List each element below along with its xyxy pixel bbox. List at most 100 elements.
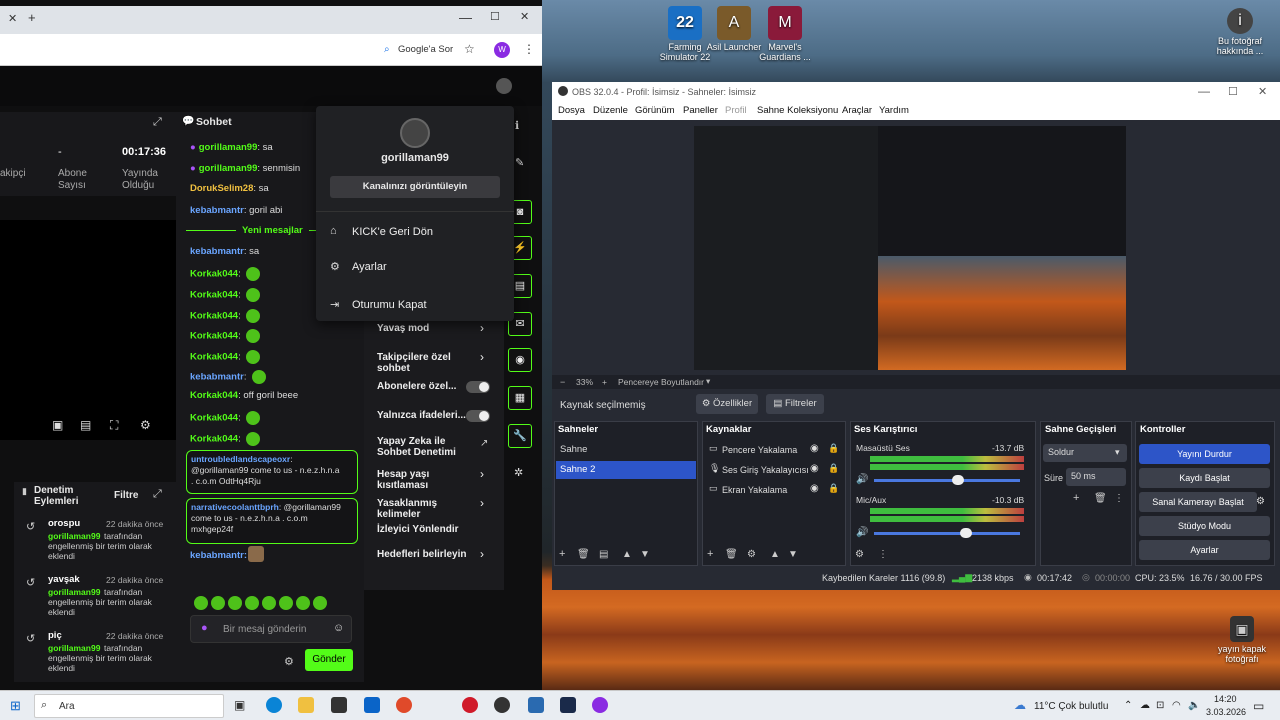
mod-filter-button[interactable]: Filtre [114, 490, 138, 501]
profile-avatar[interactable]: W [494, 42, 510, 58]
start-icon[interactable]: ⊞ [10, 698, 21, 714]
volume-slider-handle[interactable] [952, 475, 964, 485]
chat-username[interactable]: Korkak044 [190, 331, 238, 342]
obs-control-button[interactable]: Ayarlar [1139, 540, 1270, 560]
emote-icon[interactable] [245, 596, 259, 610]
maximize-button[interactable]: ☐ [490, 10, 500, 23]
volume-slider[interactable] [874, 528, 1020, 538]
filters-button[interactable]: ▤ Filtreler [766, 394, 824, 414]
new-tab-button[interactable]: + [28, 10, 36, 25]
mixer-settings-icon[interactable]: ⚙ [855, 549, 864, 560]
volume-icon[interactable]: 🔊 [856, 474, 868, 485]
remove-scene-icon[interactable]: 🗑 [577, 549, 590, 560]
chat-username[interactable]: Korkak044 [190, 434, 238, 445]
obs-control-button[interactable]: Sanal Kamerayı Başlat [1139, 492, 1257, 512]
settings-menu-item[interactable]: Abonelere özel... [377, 381, 477, 392]
info-icon[interactable]: ℹ [515, 119, 519, 132]
settings-menu-item[interactable]: Hedefleri belirleyin [377, 549, 477, 560]
file-explorer-icon[interactable] [298, 697, 314, 713]
bookmark-star-icon[interactable]: ☆ [464, 42, 475, 56]
obs-menu-item[interactable]: Profil [725, 105, 747, 116]
back-to-kick-item[interactable]: KICK'e Geri Dön [352, 226, 433, 238]
source-item[interactable]: Ekran Yakalama [722, 485, 787, 495]
transition-select[interactable]: Soldur ▾ [1043, 444, 1127, 462]
obs-control-button[interactable]: Kaydı Başlat [1139, 468, 1270, 488]
add-transition-icon[interactable]: + [1073, 492, 1079, 504]
eye-icon[interactable]: ◉ [810, 443, 819, 454]
theater-icon[interactable]: ▤ [80, 418, 91, 432]
tray-chevron-icon[interactable]: ⌃ [1124, 700, 1132, 711]
pip-icon[interactable]: ▣ [52, 418, 63, 432]
fit-to-window[interactable]: Pencereye Boyutlandır [618, 377, 704, 387]
emote-icon[interactable] [262, 596, 276, 610]
ask-google-button[interactable]: Google'a Sor [398, 44, 453, 55]
move-up-icon[interactable]: ▲ [622, 549, 632, 560]
volume-slider[interactable] [874, 475, 1020, 485]
weather-text[interactable]: 11°C Çok bulutlu [1034, 701, 1108, 712]
chat-username[interactable]: narrativecoolanttbprh [191, 502, 279, 512]
lock-icon[interactable]: 🔒 [828, 483, 839, 494]
chat-username[interactable]: gorillaman99 [199, 163, 258, 174]
chat-username[interactable]: gorillaman99 [199, 142, 258, 153]
eye-icon[interactable]: ◉ [810, 463, 819, 474]
google-lens-icon[interactable]: ⌕ [384, 44, 390, 55]
close-window-button[interactable]: ✕ [1258, 85, 1267, 98]
emoji-icon[interactable]: ☺ [333, 622, 344, 634]
photos-icon[interactable] [528, 697, 544, 713]
undo-icon[interactable]: ↺ [26, 632, 35, 645]
chat-username[interactable]: Korkak044 [190, 413, 238, 424]
source-settings-icon[interactable]: ⚙ [747, 549, 756, 560]
minimize-button[interactable]: — [459, 10, 472, 25]
desktop-icon-cover-photo[interactable]: ▣ yayın kapak fotoğrafı [1210, 616, 1274, 664]
clipboard-icon[interactable]: ▦ [508, 386, 532, 410]
chat-username[interactable]: Korkak044 [190, 390, 238, 401]
notifications-icon[interactable]: ▭ [1253, 699, 1264, 713]
duration-input[interactable]: 50 ms [1066, 468, 1126, 486]
chrome-icon[interactable] [396, 697, 412, 713]
settings-menu-item[interactable]: Yapay Zeka ile Sohbet Denetimi [377, 436, 477, 458]
chat-input[interactable]: ● Bir mesaj gönderin ☺ [190, 615, 352, 643]
opera-icon[interactable] [462, 697, 478, 713]
undo-icon[interactable]: ↺ [26, 576, 35, 589]
move-down-icon[interactable]: ▼ [788, 549, 798, 560]
chat-username[interactable]: kebabmantr: [190, 550, 247, 561]
obs-menu-item[interactable]: Düzenle [593, 105, 628, 116]
virtual-cam-settings-icon[interactable]: ⚙ [1256, 496, 1265, 507]
edge-icon[interactable] [266, 697, 282, 713]
speaker-icon[interactable]: 🔈 [1188, 700, 1200, 711]
scene-item-selected[interactable]: Sahne 2 [556, 461, 696, 479]
chat-username[interactable]: kebabmantr [190, 205, 244, 216]
obs-control-button[interactable]: Stüdyo Modu [1139, 516, 1270, 536]
lock-icon[interactable]: 🔒 [828, 463, 839, 474]
desktop-icon-about-photo[interactable]: i Bu fotoğraf hakkında ... [1208, 8, 1272, 56]
emote-icon[interactable] [313, 596, 327, 610]
volume-icon[interactable]: 🔊 [856, 527, 868, 538]
send-button[interactable]: Gönder [305, 649, 353, 671]
move-down-icon[interactable]: ▼ [640, 549, 650, 560]
chat-settings-icon[interactable]: ⚙ [284, 655, 294, 668]
obs-menu-item[interactable]: Dosya [558, 105, 585, 116]
minimize-button[interactable]: — [1198, 84, 1210, 98]
obs-menu-item[interactable]: Paneller [683, 105, 718, 116]
remove-transition-icon[interactable]: 🗑 [1094, 493, 1107, 504]
settings-menu-item[interactable]: Yalnızca ifadeleri... [377, 410, 477, 421]
settings-menu-item[interactable]: Yasaklanmış kelimeler [377, 498, 477, 520]
zoom-in-icon[interactable]: + [602, 377, 607, 387]
emote-icon[interactable] [194, 596, 208, 610]
emote-icon[interactable] [279, 596, 293, 610]
share-icon[interactable]: ✲ [514, 466, 523, 479]
cloud-tray-icon[interactable]: ☁ [1140, 700, 1150, 711]
maximize-button[interactable]: ☐ [1228, 85, 1238, 98]
scene-item[interactable]: Sahne [556, 441, 696, 459]
broadcast-icon[interactable]: ◉ [508, 348, 532, 372]
expand-icon[interactable]: ⤢ [153, 116, 162, 129]
taskbar-search[interactable]: ⌕ Ara [34, 694, 224, 718]
chat-username[interactable]: kebabmantr [190, 372, 244, 383]
lock-icon[interactable]: 🔒 [828, 443, 839, 454]
chevron-down-icon[interactable]: ▾ [706, 376, 710, 387]
obs-taskbar-icon[interactable] [494, 697, 510, 713]
mail-icon[interactable] [364, 697, 380, 713]
settings-menu-item[interactable]: Hesap yaşı kısıtlaması [377, 469, 477, 491]
remove-source-icon[interactable]: 🗑 [725, 549, 738, 560]
transition-menu-icon[interactable]: ⋮ [1114, 493, 1124, 504]
